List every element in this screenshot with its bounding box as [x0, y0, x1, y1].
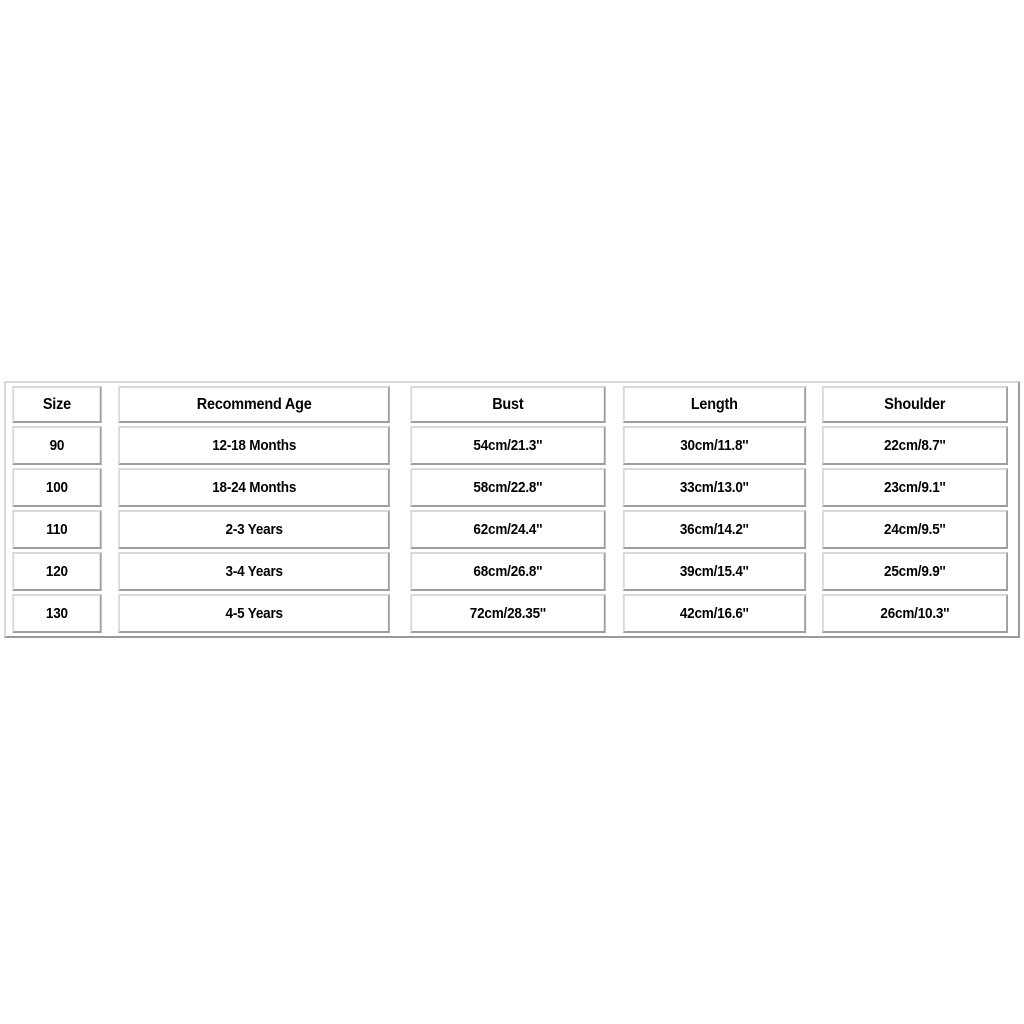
column-header-shoulder: Shoulder [822, 386, 1009, 423]
cell-shoulder: 24cm/9.5'' [822, 510, 1009, 549]
cell-shoulder: 22cm/8.7'' [822, 426, 1009, 465]
cell-size: 100 [12, 468, 102, 507]
cell-bust: 68cm/26.8'' [410, 552, 606, 591]
column-header-length: Length [622, 386, 806, 423]
size-chart-container: Size Recommend Age Bust Length Shoulder … [4, 381, 1020, 638]
cell-bust: 62cm/24.4'' [410, 510, 606, 549]
cell-length: 30cm/11.8'' [622, 426, 806, 465]
cell-size: 110 [12, 510, 102, 549]
table-row: 120 3-4 Years 68cm/26.8'' 39cm/15.4'' 25… [9, 552, 1015, 591]
cell-bust: 58cm/22.8'' [410, 468, 606, 507]
cell-length: 42cm/16.6'' [622, 594, 806, 633]
cell-shoulder: 23cm/9.1'' [822, 468, 1009, 507]
cell-size: 130 [12, 594, 102, 633]
column-header-size: Size [12, 386, 102, 423]
cell-length: 36cm/14.2'' [622, 510, 806, 549]
cell-length: 39cm/15.4'' [622, 552, 806, 591]
page-canvas: Size Recommend Age Bust Length Shoulder … [0, 0, 1024, 1024]
cell-age: 12-18 Months [117, 426, 390, 465]
column-header-recommend-age: Recommend Age [117, 386, 390, 423]
size-chart-body: 90 12-18 Months 54cm/21.3'' 30cm/11.8'' … [9, 426, 1015, 633]
column-header-bust: Bust [410, 386, 606, 423]
cell-bust: 72cm/28.35'' [410, 594, 606, 633]
cell-age: 4-5 Years [117, 594, 390, 633]
table-row: 110 2-3 Years 62cm/24.4'' 36cm/14.2'' 24… [9, 510, 1015, 549]
cell-length: 33cm/13.0'' [622, 468, 806, 507]
table-row: 100 18-24 Months 58cm/22.8'' 33cm/13.0''… [9, 468, 1015, 507]
table-header-row: Size Recommend Age Bust Length Shoulder [9, 386, 1015, 423]
cell-size: 90 [12, 426, 102, 465]
table-row: 90 12-18 Months 54cm/21.3'' 30cm/11.8'' … [9, 426, 1015, 465]
size-chart-header: Size Recommend Age Bust Length Shoulder [9, 386, 1015, 423]
cell-shoulder: 26cm/10.3'' [822, 594, 1009, 633]
table-row: 130 4-5 Years 72cm/28.35'' 42cm/16.6'' 2… [9, 594, 1015, 633]
cell-age: 3-4 Years [117, 552, 390, 591]
cell-age: 2-3 Years [117, 510, 390, 549]
cell-bust: 54cm/21.3'' [410, 426, 606, 465]
size-chart-table: Size Recommend Age Bust Length Shoulder … [4, 381, 1020, 638]
cell-size: 120 [12, 552, 102, 591]
cell-age: 18-24 Months [117, 468, 390, 507]
cell-shoulder: 25cm/9.9'' [822, 552, 1009, 591]
